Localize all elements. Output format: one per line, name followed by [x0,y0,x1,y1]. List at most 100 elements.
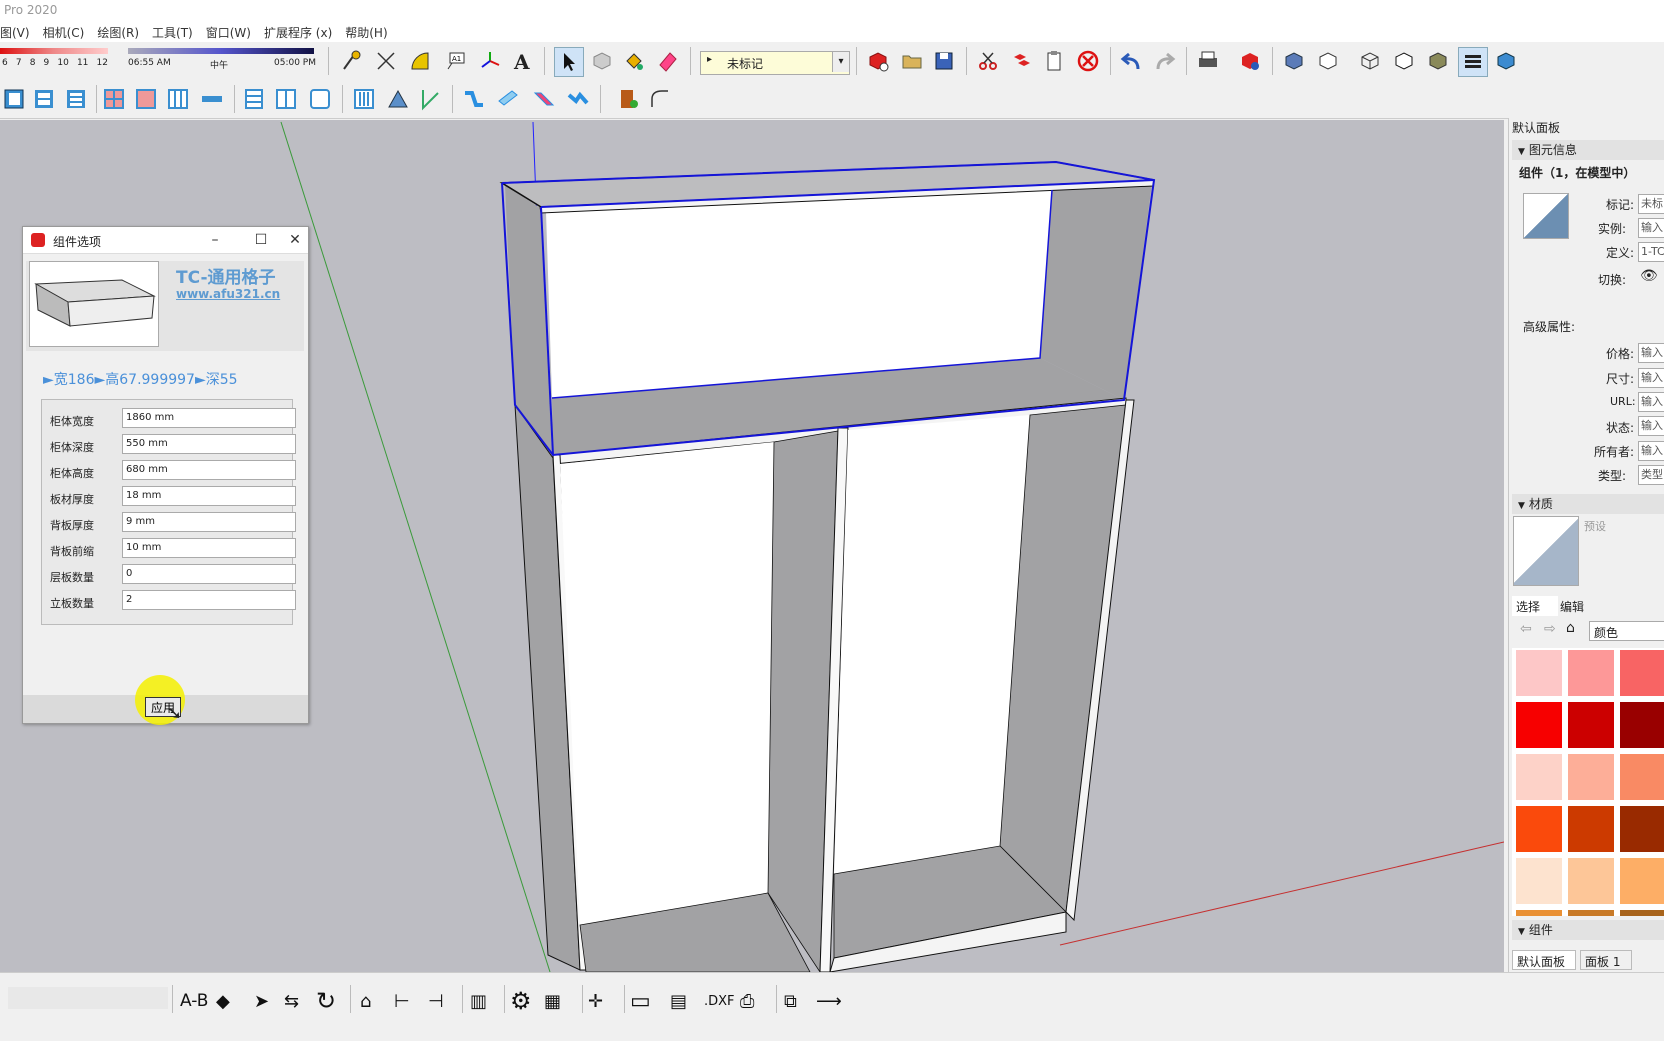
open-folder-icon[interactable] [898,47,926,75]
printer-icon[interactable]: ⎙ [740,985,754,1017]
forward-arrow-icon[interactable]: ⇨ [1544,621,1556,637]
dxf-export-label[interactable]: .DXF [704,985,735,1017]
color-swatch[interactable] [1620,910,1664,916]
eye-icon[interactable]: 👁 [1640,268,1658,284]
cabinet-width-input[interactable]: 1860 mm [122,408,296,428]
shelf-count-input[interactable]: 0 [122,564,296,584]
cursor-icon[interactable]: ➤ [254,985,269,1017]
text-tool-icon[interactable]: A1 [442,47,470,75]
menu-tools[interactable]: 工具(T) [152,22,200,42]
tag-icon[interactable]: ◆ [216,985,230,1017]
cabinet-shelf-icon[interactable] [30,85,58,113]
menu-camera[interactable]: 相机(C) [43,22,92,42]
panel-columns-icon[interactable] [272,85,300,113]
color-swatch[interactable] [1516,754,1562,800]
color-swatch[interactable] [1620,702,1664,748]
a-b-label[interactable]: A-B [180,985,208,1017]
axes-icon[interactable] [476,47,504,75]
flip-icon[interactable]: ⇆ [284,985,299,1017]
board-blue-4-icon[interactable] [564,85,592,113]
color-swatch[interactable] [1516,650,1562,696]
board-blue-2-icon[interactable] [494,85,522,113]
box-icon[interactable]: ⧉ [784,985,797,1017]
color-swatch[interactable] [1568,910,1614,916]
owner-field[interactable]: 输入 [1638,441,1664,461]
paste-icon[interactable] [1040,47,1068,75]
sliders-icon[interactable] [350,85,378,113]
angle-tool-icon[interactable] [416,85,444,113]
table-icon[interactable]: ▦ [544,985,561,1017]
door-panel-icon[interactable]: ⌂ [360,985,371,1017]
cabinet-height-input[interactable]: 680 mm [122,460,296,480]
panel-box-icon[interactable] [306,85,334,113]
layout-icon[interactable]: ▤ [670,985,687,1017]
tray-tab-panel1[interactable]: 面板 1 [1580,950,1632,970]
rotate-icon[interactable]: ↻ [316,985,336,1017]
add-model-icon[interactable] [864,47,892,75]
definition-field[interactable]: 1-TC [1638,242,1664,262]
color-swatch[interactable] [1568,806,1614,852]
entity-info-header[interactable]: ▼ 图元信息 [1512,140,1664,160]
cut-icon[interactable] [974,47,1002,75]
tray-tab-default[interactable]: 默认面板 [1512,950,1576,970]
time-slider[interactable] [128,48,314,54]
menu-view[interactable]: 图(V) [0,22,37,42]
arc-add-icon[interactable] [646,85,674,113]
copy-icon[interactable] [1008,47,1036,75]
library-select[interactable]: 颜色 [1589,621,1664,641]
status-field[interactable]: 输入 [1638,416,1664,436]
make-component-icon[interactable] [588,47,616,75]
protractor-icon[interactable] [406,47,434,75]
color-swatch[interactable] [1568,702,1614,748]
date-slider[interactable] [0,48,108,54]
rectangle-icon[interactable]: ▭ [630,985,651,1017]
components-header[interactable]: ▼ 组件 [1512,920,1664,940]
materials-header[interactable]: ▼ 材质 [1512,494,1664,514]
color-swatch[interactable] [1516,702,1562,748]
panel-stack-icon[interactable] [240,85,268,113]
divider-count-input[interactable]: 2 [122,590,296,610]
material-name-field[interactable]: 预设 [1582,516,1664,536]
brand-url[interactable]: www.afu321.cn [176,287,280,301]
home-icon[interactable]: ⌂ [1566,620,1575,636]
color-swatch[interactable] [1516,806,1562,852]
menu-draw[interactable]: 绘图(R) [97,22,146,42]
wireframe-icon[interactable] [1356,47,1384,75]
back-thickness-input[interactable]: 9 mm [122,512,296,532]
model-info-icon[interactable] [1236,47,1264,75]
menu-extensions[interactable]: 扩展程序 (x) [264,22,339,42]
delete-icon[interactable] [1074,47,1102,75]
tag-dropdown[interactable]: ▸ 未标记 ▾ [700,51,850,75]
tape-measure-icon[interactable] [338,47,366,75]
color-swatch[interactable] [1568,754,1614,800]
board-vertical-icon[interactable] [164,85,192,113]
type-field[interactable]: 类型 [1638,465,1664,485]
color-swatch[interactable] [1516,910,1562,916]
color-swatch[interactable] [1568,858,1614,904]
color-swatch[interactable] [1620,858,1664,904]
color-swatch[interactable] [1568,650,1614,696]
move-axes-icon[interactable]: ✛ [588,985,603,1017]
instance-field[interactable]: 输入 [1638,218,1664,238]
back-edges-icon[interactable] [1314,47,1342,75]
shaded-icon[interactable] [1424,47,1452,75]
color-swatch[interactable] [1620,650,1664,696]
xray-style-icon[interactable] [1280,47,1308,75]
minimize-icon[interactable]: – [205,230,225,250]
back-arrow-icon[interactable]: ⇦ [1520,621,1532,637]
cabinet-depth-input[interactable]: 550 mm [122,434,296,454]
url-field[interactable]: 输入 [1638,392,1664,412]
size-field[interactable]: 输入 [1638,368,1664,388]
shaded-textures-icon[interactable] [1458,47,1488,77]
align-left-icon[interactable]: ⊢ [394,985,410,1017]
board-flat-icon[interactable] [198,85,226,113]
align-right-icon[interactable]: ⊣ [428,985,444,1017]
back-inset-input[interactable]: 10 mm [122,538,296,558]
select-arrow-icon[interactable] [554,47,584,77]
board-pink-icon[interactable] [132,85,160,113]
columns-icon[interactable]: ▥ [470,985,487,1017]
menu-window[interactable]: 窗口(W) [206,22,258,42]
color-swatch[interactable] [1620,806,1664,852]
color-swatch[interactable] [1620,754,1664,800]
door-add-icon[interactable] [614,85,642,113]
